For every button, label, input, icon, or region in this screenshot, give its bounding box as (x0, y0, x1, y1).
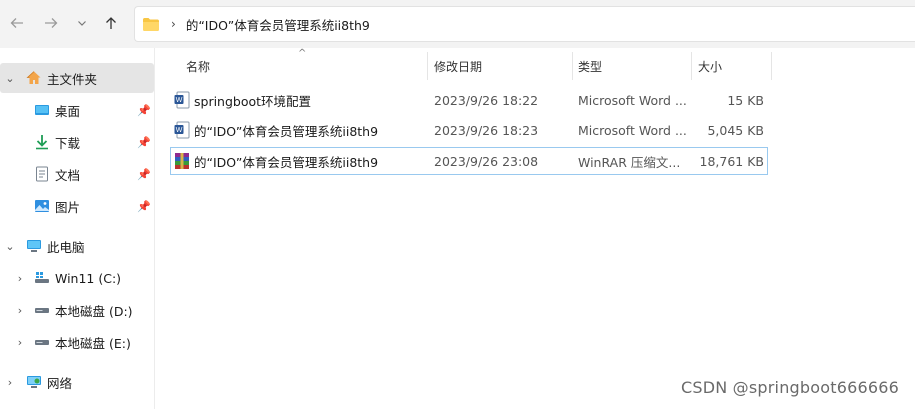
sidebar-item-label: 文档 (55, 167, 81, 183)
sidebar-item-downloads[interactable]: 下载 📌 (0, 127, 154, 157)
forward-button[interactable] (40, 12, 62, 34)
sidebar-item-label: 网络 (47, 375, 73, 391)
table-row[interactable]: 的“IDO”体育会员管理系统ii8th9 2023/9/26 23:08 Win… (170, 147, 768, 175)
breadcrumb-separator-icon[interactable]: › (171, 17, 176, 31)
column-header-label: 修改日期 (434, 59, 483, 74)
drive-icon (35, 340, 49, 345)
sidebar-item-label: 主文件夹 (47, 71, 98, 87)
chevron-right-icon[interactable]: › (14, 336, 26, 349)
sidebar-item-label: 本地磁盘 (E:) (55, 335, 131, 351)
computer-icon (27, 240, 41, 252)
up-button[interactable] (100, 12, 122, 34)
download-icon (36, 135, 48, 150)
pin-icon: 📌 (137, 135, 151, 149)
address-bar[interactable]: › 的“IDO”体育会员管理系统ii8th9 (134, 6, 915, 42)
chevron-right-icon[interactable]: › (4, 376, 16, 389)
back-button[interactable] (6, 12, 28, 34)
sidebar-item-home[interactable]: ⌄ 主文件夹 (0, 63, 154, 93)
chevron-down-icon[interactable]: ⌄ (4, 240, 16, 253)
word-icon: W (174, 121, 190, 139)
sidebar-item-desktop[interactable]: 桌面 📌 (0, 95, 154, 125)
sidebar-item-pictures[interactable]: 图片 📌 (0, 191, 154, 221)
table-row[interactable]: W springboot环境配置 2023/9/26 18:22 Microso… (170, 86, 768, 114)
column-header-size[interactable]: 大小 (692, 52, 772, 80)
sidebar-item-label: 下载 (55, 135, 81, 151)
navigation-bar: › 的“IDO”体育会员管理系统ii8th9 (0, 0, 915, 48)
arrow-right-icon (45, 18, 58, 28)
column-header-label: 大小 (698, 59, 723, 74)
breadcrumb-current[interactable]: 的“IDO”体育会员管理系统ii8th9 (186, 15, 370, 34)
file-size: 5,045 KB (707, 122, 764, 138)
file-type: WinRAR 压缩文... (578, 154, 681, 170)
file-type: Microsoft Word ... (578, 92, 687, 108)
sidebar-item-this-pc[interactable]: ⌄ 此电脑 (0, 231, 154, 261)
column-header-name[interactable]: 名称 (170, 52, 428, 80)
sidebar-item-label: Win11 (C:) (55, 270, 122, 286)
chevron-right-icon[interactable]: › (14, 304, 26, 317)
file-date: 2023/9/26 18:22 (434, 92, 539, 108)
word-icon: W (174, 91, 190, 109)
sidebar-item-label: 桌面 (55, 103, 81, 119)
chevron-down-icon[interactable]: ⌄ (4, 72, 16, 85)
column-header-label: 类型 (578, 59, 603, 74)
pin-icon: 📌 (137, 199, 151, 213)
watermark: CSDN @springboot666666 (680, 378, 899, 397)
sidebar-item-drive-d[interactable]: › 本地磁盘 (D:) (0, 295, 154, 325)
table-row[interactable]: W 的“IDO”体育会员管理系统ii8th9 2023/9/26 18:23 M… (170, 116, 768, 144)
sidebar-item-label: 此电脑 (47, 239, 85, 255)
sidebar-item-drive-e[interactable]: › 本地磁盘 (E:) (0, 327, 154, 357)
drive-icon (35, 308, 49, 313)
sidebar-item-label: 本地磁盘 (D:) (55, 303, 133, 319)
column-header-type[interactable]: 类型 (573, 52, 692, 80)
file-date: 2023/9/26 18:23 (434, 122, 539, 138)
file-size: 18,761 KB (699, 153, 764, 169)
document-icon (36, 166, 48, 182)
column-header-label: 名称 (186, 59, 211, 74)
file-name[interactable]: 的“IDO”体育会员管理系统ii8th9 (194, 121, 378, 140)
sidebar-item-label: 图片 (55, 199, 81, 215)
drive-windows-icon (35, 272, 49, 283)
svg-text:W: W (176, 97, 183, 104)
folder-icon (143, 17, 159, 31)
file-name[interactable]: 的“IDO”体育会员管理系统ii8th9 (194, 152, 378, 171)
pin-icon: 📌 (137, 167, 151, 181)
arrow-left-icon (10, 18, 23, 28)
sidebar-item-documents[interactable]: 文档 📌 (0, 159, 154, 189)
picture-icon (35, 200, 49, 212)
column-header-date[interactable]: 修改日期 (428, 52, 573, 80)
file-size: 15 KB (727, 92, 764, 108)
sidebar-item-drive-c[interactable]: › Win11 (C:) (0, 263, 154, 293)
arrow-up-icon (106, 17, 116, 29)
network-icon (27, 376, 41, 388)
svg-text:W: W (176, 127, 183, 134)
navigation-pane: ⌄ 主文件夹 桌面 📌 下载 📌 文档 📌 图片 📌 ⌄ 此电脑 › Win11… (0, 48, 155, 409)
chevron-right-icon[interactable]: › (14, 272, 26, 285)
winrar-icon (175, 153, 189, 169)
recent-locations-button[interactable] (71, 12, 93, 34)
chevron-down-icon (78, 21, 86, 26)
pin-icon: 📌 (137, 103, 151, 117)
desktop-icon (35, 105, 49, 115)
file-date: 2023/9/26 23:08 (434, 153, 539, 169)
sidebar-item-network[interactable]: › 网络 (0, 367, 154, 397)
home-icon (26, 71, 41, 84)
file-type: Microsoft Word ... (578, 122, 687, 138)
file-name[interactable]: springboot环境配置 (194, 91, 311, 110)
